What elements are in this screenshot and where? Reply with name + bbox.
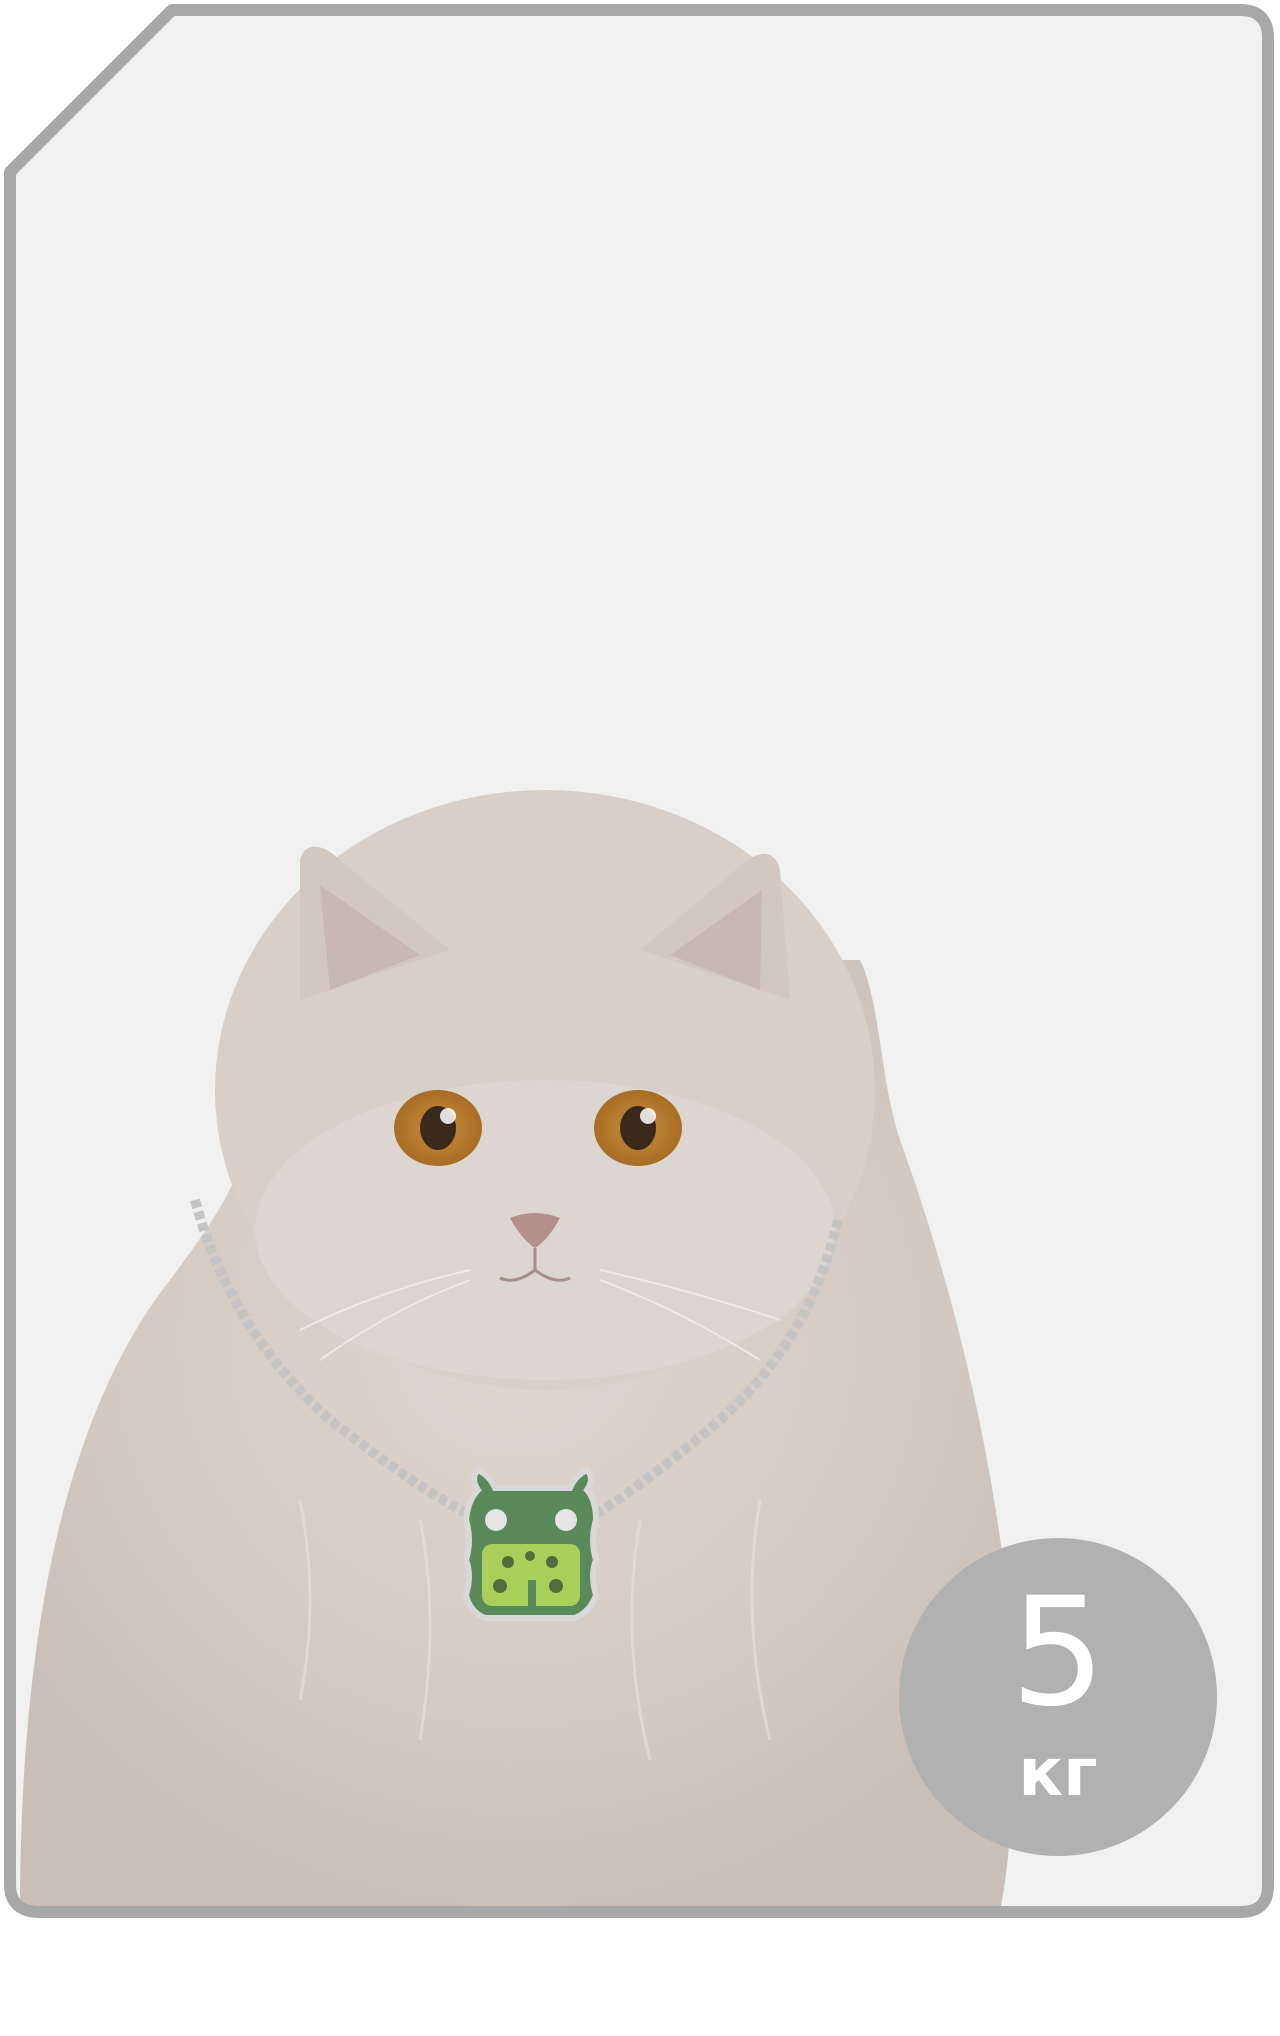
- weight-value: 5: [1010, 1566, 1106, 1740]
- weight-badge: 5 кг: [899, 1538, 1217, 1856]
- pendant-icon: [462, 1466, 600, 1621]
- product-card: 5 кг: [0, 0, 1280, 1920]
- weight-unit: кг: [1018, 1734, 1098, 1811]
